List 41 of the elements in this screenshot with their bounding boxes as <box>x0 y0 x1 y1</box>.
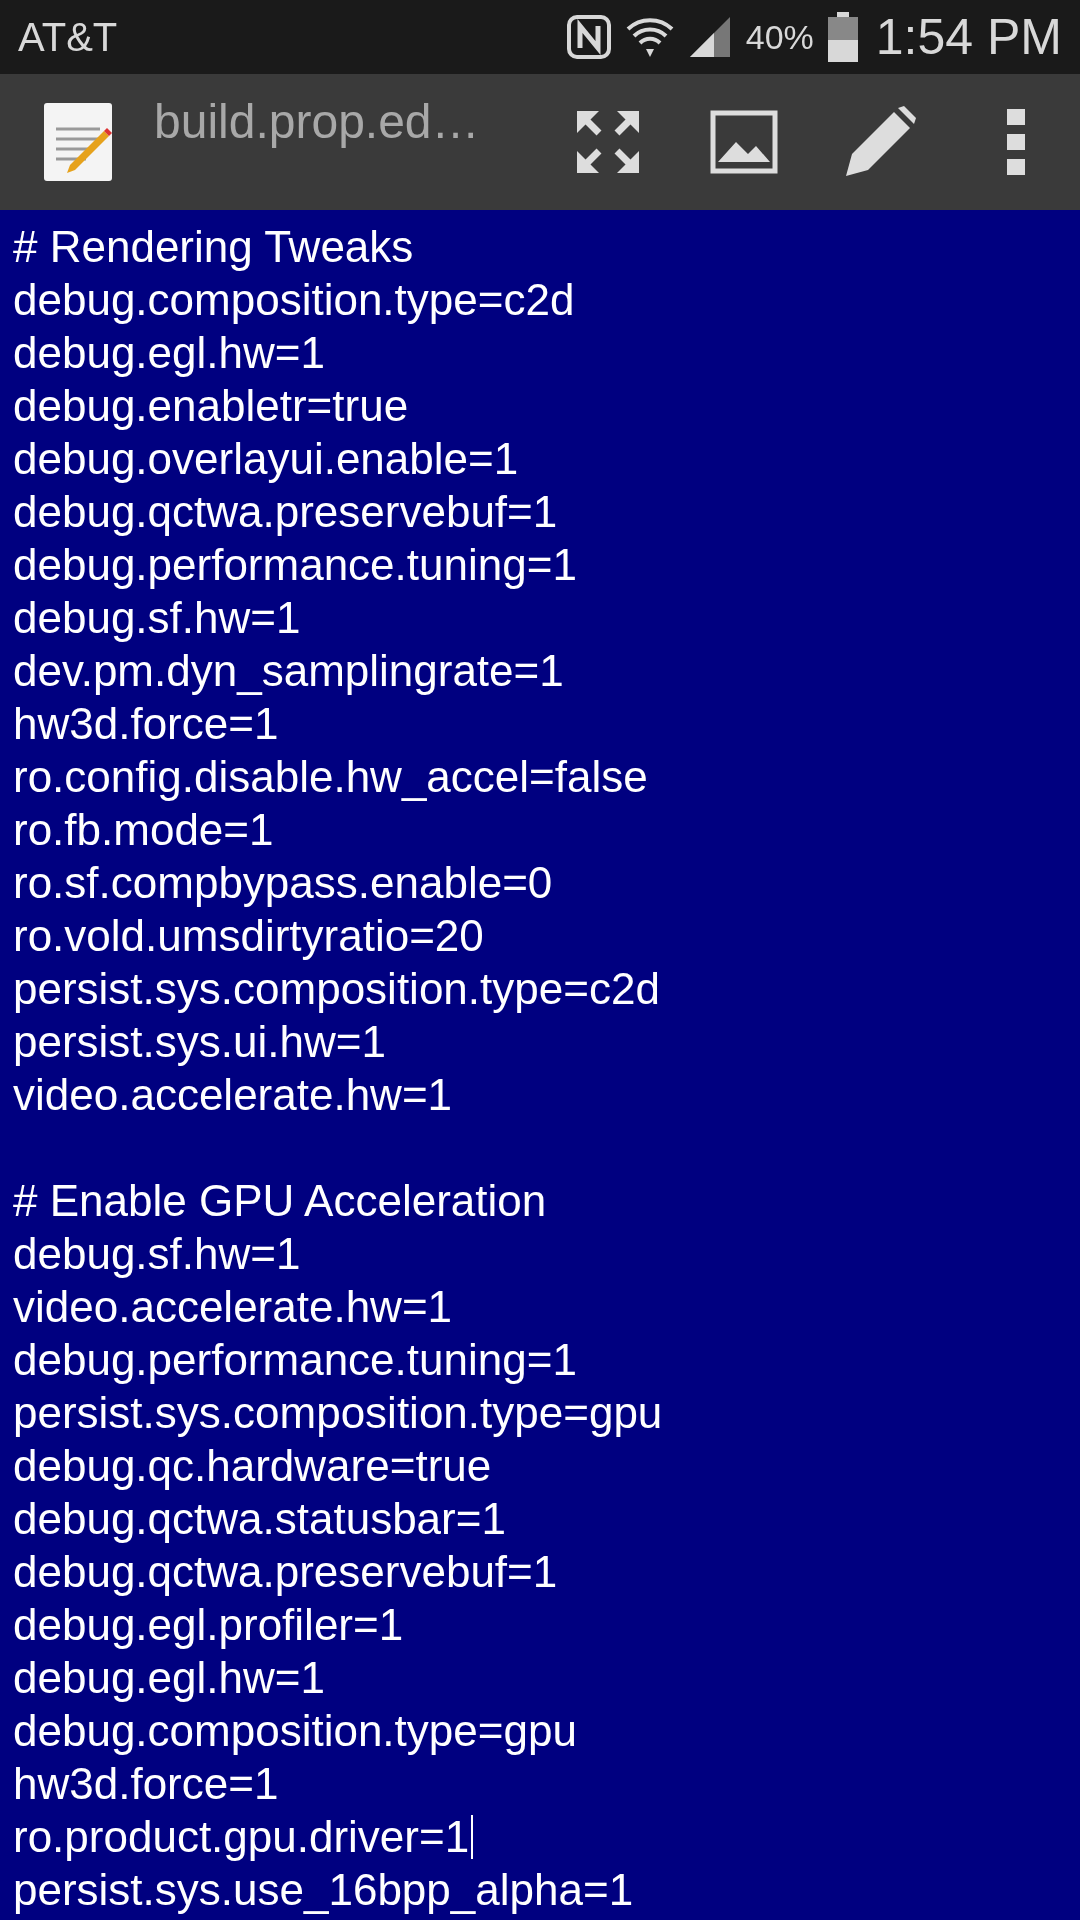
code-line: debug.egl.hw=1 <box>13 1652 325 1704</box>
carrier-name: AT&T <box>18 14 119 60</box>
code-line: debug.overlayui.enable=1 <box>13 433 519 485</box>
code-line: debug.performance.tuning=1 <box>13 539 577 591</box>
code-line: persist.sys.composition.type=gpu <box>13 1387 663 1439</box>
code-line: video.accelerate.hw=1 <box>13 1281 453 1333</box>
code-line: debug.composition.type=gpu <box>13 1705 577 1757</box>
text-cursor <box>471 1814 474 1859</box>
code-line: hw3d.force=1 <box>13 1758 279 1810</box>
code-line: dev.pm.dyn_samplingrate=1 <box>13 645 564 697</box>
code-line: debug.sf.hw=1 <box>13 592 301 644</box>
code-line: debug.qctwa.statusbar=1 <box>13 1493 506 1545</box>
file-title: build.prop.ed… <box>154 94 481 149</box>
code-line: debug.composition.type=c2d <box>13 274 575 326</box>
code-line: persist.sys.composition.type=c2d <box>13 963 660 1015</box>
battery-icon <box>827 12 858 62</box>
nfc-icon <box>565 14 612 60</box>
code-line: persist.sys.use_16bpp_alpha=1 <box>13 1864 634 1916</box>
code-line: debug.qctwa.preservebuf=1 <box>13 486 558 538</box>
code-line: ro.sf.compbypass.enable=0 <box>13 857 553 909</box>
code-line: debug.qctwa.preservebuf=1 <box>13 1546 558 1598</box>
code-line: ro.fb.mode=1 <box>13 804 274 856</box>
expand-arrows-icon <box>575 109 641 175</box>
code-line: video.accelerate.hw=1 <box>13 1069 453 1121</box>
code-line: ro.product.gpu.driver=1 <box>13 1811 470 1863</box>
code-line: debug.qc.hardware=true <box>13 1440 492 1492</box>
code-line: debug.enabletr=true <box>13 380 409 432</box>
image-icon <box>710 110 778 174</box>
battery-percent: 40% <box>745 17 814 57</box>
code-line: debug.sf.hw=1 <box>13 1228 301 1280</box>
code-line: debug.performance.tuning=1 <box>13 1334 577 1386</box>
code-line: # Rendering Tweaks <box>13 221 414 273</box>
code-line: debug.egl.profiler=1 <box>13 1599 404 1651</box>
code-line: ro.config.disable.hw_accel=false <box>13 751 648 803</box>
more-icon <box>1007 109 1025 175</box>
code-line: ro.vold.umsdirtyratio=20 <box>13 910 484 962</box>
code-line: persist.sys.ui.hw=1 <box>13 1016 386 1068</box>
clock: 1:54 PM <box>875 8 1062 66</box>
code-line: hw3d.force=1 <box>13 698 279 750</box>
code-line: # Enable GPU Acceleration <box>13 1175 547 1227</box>
code-line: debug.egl.hw=1 <box>13 327 325 379</box>
